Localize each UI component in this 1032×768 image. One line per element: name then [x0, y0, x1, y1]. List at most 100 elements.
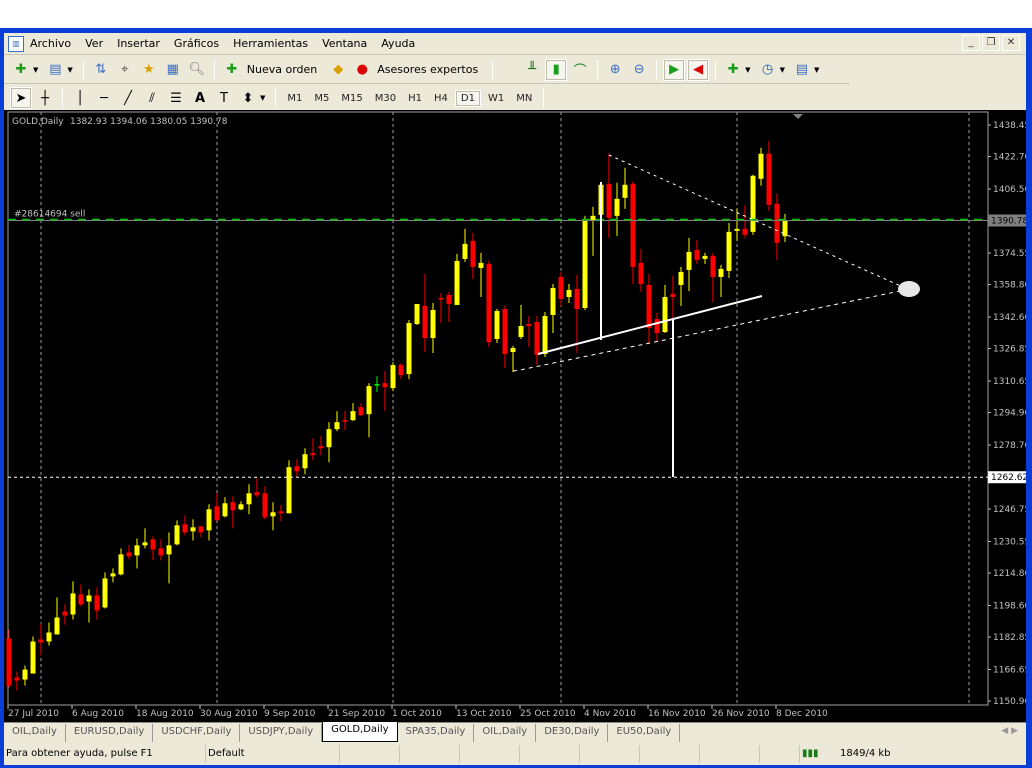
- chart-shift-marker[interactable]: [793, 114, 803, 119]
- chart-tab[interactable]: EU50,Daily: [608, 724, 681, 742]
- timeframe-w1[interactable]: W1: [483, 91, 509, 106]
- close-icon[interactable]: ✕: [1002, 35, 1020, 51]
- trendline-icon[interactable]: ╱: [117, 87, 139, 109]
- horizontal-line-icon[interactable]: ─: [93, 87, 115, 109]
- menu-ventana[interactable]: Ventana: [322, 37, 367, 50]
- bar-chart-icon[interactable]: ╨: [521, 59, 543, 81]
- indicators-icon[interactable]: ✚: [722, 59, 744, 81]
- restore-icon[interactable]: ❐: [982, 35, 1000, 51]
- y-tick-label: 1326.85: [993, 345, 1026, 355]
- candlestick-icon[interactable]: ▮: [545, 58, 568, 81]
- timeframe-m30[interactable]: M30: [370, 91, 401, 106]
- chevron-down-icon[interactable]: ▼: [67, 66, 72, 74]
- expert-advisors-icon[interactable]: ●: [351, 59, 373, 81]
- y-tick-label: 1198.60: [993, 601, 1026, 611]
- tab-scroll-arrows[interactable]: ◀ ▶: [1001, 726, 1018, 736]
- menu-ayuda[interactable]: Ayuda: [381, 37, 415, 50]
- candle: [486, 260, 492, 348]
- candle-body: [582, 219, 588, 308]
- timeframe-m15[interactable]: M15: [336, 91, 367, 106]
- crosshair-icon[interactable]: ⌖: [114, 59, 136, 81]
- zoom-out-icon[interactable]: ⊖: [628, 59, 650, 81]
- timeframe-m1[interactable]: M1: [282, 91, 307, 106]
- candle-body: [214, 506, 220, 521]
- chart-window[interactable]: #28614694 sell 1438.45 1422.70 1406.50 1374…: [4, 110, 1030, 722]
- candle: [670, 275, 676, 321]
- navigator-icon[interactable]: ★: [138, 59, 160, 81]
- candle-body: [542, 315, 548, 355]
- market-watch-icon[interactable]: ⇅: [90, 59, 112, 81]
- chart-tab[interactable]: USDJPY,Daily: [240, 724, 323, 742]
- menu-archivo[interactable]: Archivo: [30, 37, 71, 50]
- order-label: #28614694 sell: [14, 209, 85, 219]
- triangle-lower-line[interactable]: [512, 289, 906, 372]
- candle: [702, 252, 708, 264]
- line-chart-icon[interactable]: ⌒: [569, 59, 591, 81]
- expert-advisors-button[interactable]: Asesores expertos: [377, 63, 478, 76]
- timeframe-h4[interactable]: H4: [429, 91, 453, 106]
- timeframe-h1[interactable]: H1: [403, 91, 427, 106]
- templates-icon[interactable]: ▤: [791, 59, 813, 81]
- chart-tab[interactable]: USDCHF,Daily: [153, 724, 241, 742]
- chart-tab[interactable]: EURUSD,Daily: [66, 724, 154, 742]
- chevron-down-icon[interactable]: ▼: [780, 66, 785, 74]
- candle-body: [358, 407, 364, 416]
- menu-ver[interactable]: Ver: [85, 37, 103, 50]
- chart-shift-icon[interactable]: ◀: [687, 58, 710, 81]
- candle: [494, 308, 500, 344]
- candle: [694, 239, 700, 264]
- candle-body: [510, 348, 516, 353]
- chart-tab[interactable]: OIL,Daily: [4, 724, 66, 742]
- chart-frame: [7, 111, 989, 706]
- ellipse-marker[interactable]: [898, 281, 920, 297]
- candle: [190, 519, 196, 541]
- fibonacci-icon[interactable]: ☰: [165, 87, 187, 109]
- x-tick-label: 8 Dec 2010: [776, 709, 828, 719]
- equidistant-channel-icon[interactable]: ⫽: [141, 87, 163, 109]
- minimize-icon[interactable]: _: [962, 35, 980, 51]
- crosshair-tool-icon[interactable]: ┼: [34, 87, 56, 109]
- candle-body: [222, 503, 228, 517]
- chevron-down-icon[interactable]: ▼: [260, 94, 265, 102]
- autoscroll-icon[interactable]: ▶: [663, 58, 686, 81]
- strategy-tester-icon[interactable]: 🔍︎: [186, 59, 208, 81]
- y-tick-label: 1374.55: [993, 249, 1026, 259]
- candle: [54, 597, 60, 635]
- arrows-icon[interactable]: ⬍: [237, 87, 259, 109]
- zoom-in-icon[interactable]: ⊕: [604, 59, 626, 81]
- candlestick-chart[interactable]: #28614694 sell 1438.45 1422.70 1406.50 1374…: [4, 110, 1030, 722]
- periods-clock-icon[interactable]: ◷: [757, 59, 779, 81]
- text-icon[interactable]: A: [189, 87, 211, 109]
- timeframe-mn[interactable]: MN: [511, 91, 537, 106]
- candle-body: [62, 611, 68, 616]
- candle-body: [534, 322, 540, 356]
- candle-body: [494, 310, 500, 340]
- chart-tab[interactable]: OIL,Daily: [474, 724, 537, 742]
- menu-graficos[interactable]: Gráficos: [174, 37, 219, 50]
- candle: [446, 291, 452, 323]
- separator: [656, 59, 658, 80]
- candle-body: [438, 297, 444, 300]
- candle-body: [230, 502, 236, 511]
- warning-icon[interactable]: ◆: [327, 59, 349, 81]
- chevron-down-icon[interactable]: ▼: [814, 66, 819, 74]
- timeframe-m5[interactable]: M5: [309, 91, 334, 106]
- new-order-button[interactable]: Nueva orden: [247, 63, 318, 76]
- profiles-icon[interactable]: ▤: [44, 59, 66, 81]
- chevron-down-icon[interactable]: ▼: [745, 66, 750, 74]
- terminal-icon[interactable]: ▦: [162, 59, 184, 81]
- cursor-icon[interactable]: ➤: [10, 87, 32, 109]
- new-order-icon[interactable]: ✚: [221, 59, 243, 81]
- menu-insertar[interactable]: Insertar: [117, 37, 160, 50]
- text-label-icon[interactable]: T: [213, 87, 235, 109]
- new-chart-icon[interactable]: ✚: [10, 59, 32, 81]
- timeframe-d1[interactable]: D1: [454, 89, 481, 107]
- chart-tab[interactable]: GOLD,Daily: [322, 722, 398, 742]
- chart-tab[interactable]: SPA35,Daily: [398, 724, 475, 742]
- chevron-down-icon[interactable]: ▼: [33, 66, 38, 74]
- chart-tab[interactable]: DE30,Daily: [536, 724, 609, 742]
- vertical-line-icon[interactable]: │: [69, 87, 91, 109]
- candle-body: [398, 365, 404, 376]
- menu-herramientas[interactable]: Herramientas: [233, 37, 308, 50]
- triangle-upper-line[interactable]: [608, 154, 906, 289]
